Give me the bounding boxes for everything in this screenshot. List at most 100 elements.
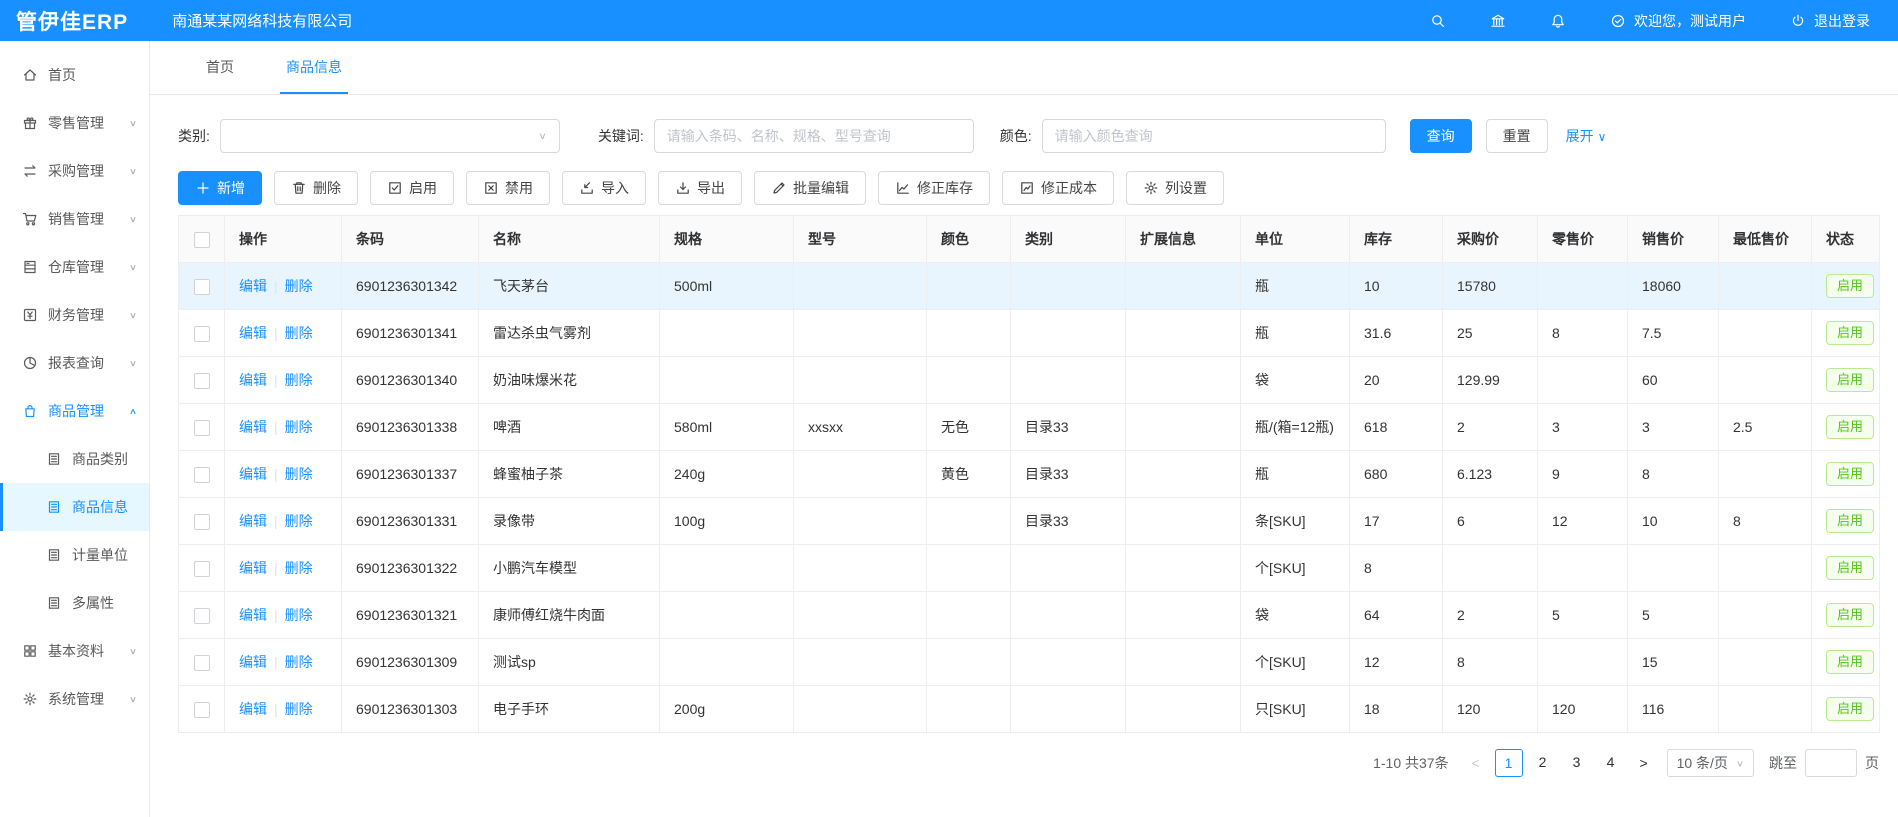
delete-link[interactable]: 删除 — [285, 654, 313, 670]
sidebar-item-finance[interactable]: 财务管理∨ — [0, 291, 149, 339]
row-checkbox[interactable] — [194, 655, 210, 671]
sidebar-item-measure-units[interactable]: 计量单位 — [0, 531, 149, 579]
cell-barcode: 6901236301341 — [342, 310, 479, 357]
sidebar-item-home[interactable]: 首页 — [0, 51, 149, 99]
toolbar-button-column-settings[interactable]: 列设置 — [1126, 171, 1224, 205]
cell-category: 目录33 — [1011, 451, 1126, 498]
cell-spec — [660, 592, 794, 639]
cell-lowest — [1719, 545, 1812, 592]
delete-link[interactable]: 删除 — [285, 325, 313, 341]
sidebar-item-purchase[interactable]: 采购管理∨ — [0, 147, 149, 195]
sidebar-item-label: 销售管理 — [48, 209, 129, 229]
row-checkbox[interactable] — [194, 326, 210, 342]
tab-bar: 首页 商品信息 — [150, 41, 1898, 95]
toolbar-button-add[interactable]: 新增 — [178, 171, 262, 205]
grid-icon — [22, 643, 38, 659]
logout-button[interactable]: 退出登录 — [1790, 11, 1870, 31]
search-button[interactable]: 查询 — [1410, 119, 1472, 153]
delete-link[interactable]: 删除 — [285, 560, 313, 576]
page-button-2[interactable]: 2 — [1529, 749, 1557, 777]
bank-icon[interactable] — [1490, 13, 1506, 29]
sidebar-item-multi-attr[interactable]: 多属性 — [0, 579, 149, 627]
toolbar-button-disable[interactable]: 禁用 — [466, 171, 550, 205]
row-checkbox[interactable] — [194, 608, 210, 624]
tab-home[interactable]: 首页 — [200, 41, 240, 94]
delete-link[interactable]: 删除 — [285, 701, 313, 717]
row-checkbox[interactable] — [194, 561, 210, 577]
search-icon[interactable] — [1430, 13, 1446, 29]
sidebar-item-retail[interactable]: 零售管理∨ — [0, 99, 149, 147]
row-checkbox[interactable] — [194, 514, 210, 530]
toolbar-button-label: 列设置 — [1165, 178, 1207, 198]
row-checkbox[interactable] — [194, 279, 210, 295]
page-size-select[interactable]: 10 条/页 ∨ — [1667, 749, 1754, 777]
sidebar-item-sales[interactable]: 销售管理∨ — [0, 195, 149, 243]
toolbar-button-import[interactable]: 导入 — [562, 171, 646, 205]
select-all-checkbox[interactable] — [194, 232, 210, 248]
edit-link[interactable]: 编辑 — [239, 419, 267, 435]
sidebar-item-product-category[interactable]: 商品类别 — [0, 435, 149, 483]
toolbar-button-fix-stock[interactable]: 修正库存 — [878, 171, 990, 205]
delete-link[interactable]: 删除 — [285, 278, 313, 294]
row-checkbox[interactable] — [194, 373, 210, 389]
cell-stock: 680 — [1350, 451, 1443, 498]
row-checkbox-cell — [179, 310, 225, 357]
edit-link[interactable]: 编辑 — [239, 372, 267, 388]
cell-retail: 3 — [1538, 404, 1628, 451]
operation-cell: 编辑|删除 — [225, 686, 342, 733]
keyword-input[interactable] — [654, 119, 974, 153]
sidebar-item-warehouse[interactable]: 仓库管理∨ — [0, 243, 149, 291]
delete-link[interactable]: 删除 — [285, 513, 313, 529]
delete-link[interactable]: 删除 — [285, 466, 313, 482]
next-page-button[interactable]: > — [1634, 755, 1654, 771]
sidebar-item-products[interactable]: 商品管理∧ — [0, 387, 149, 435]
delete-link[interactable]: 删除 — [285, 372, 313, 388]
edit-link[interactable]: 编辑 — [239, 325, 267, 341]
cell-unit: 瓶 — [1241, 451, 1350, 498]
row-checkbox-cell — [179, 686, 225, 733]
toolbar-button-batch-edit[interactable]: 批量编辑 — [754, 171, 866, 205]
operation-divider: | — [274, 654, 278, 670]
cell-sale: 60 — [1628, 357, 1719, 404]
page-button-3[interactable]: 3 — [1563, 749, 1591, 777]
page-button-1[interactable]: 1 — [1495, 749, 1523, 777]
prev-page-button[interactable]: < — [1466, 755, 1486, 771]
color-input[interactable] — [1042, 119, 1386, 153]
tab-product-info[interactable]: 商品信息 — [280, 41, 348, 94]
expand-link[interactable]: 展开 ∨ — [1566, 126, 1607, 146]
delete-link[interactable]: 删除 — [285, 419, 313, 435]
status-badge: 启用 — [1826, 697, 1874, 721]
toolbar-button-enable[interactable]: 启用 — [370, 171, 454, 205]
row-checkbox[interactable] — [194, 467, 210, 483]
edit-link[interactable]: 编辑 — [239, 701, 267, 717]
edit-link[interactable]: 编辑 — [239, 607, 267, 623]
gear-icon — [1143, 180, 1159, 196]
page-button-4[interactable]: 4 — [1597, 749, 1625, 777]
sidebar-item-basic-data[interactable]: 基本资料∨ — [0, 627, 149, 675]
toolbar-button-delete[interactable]: 删除 — [274, 171, 358, 205]
reset-button[interactable]: 重置 — [1486, 119, 1548, 153]
edit-link[interactable]: 编辑 — [239, 466, 267, 482]
edit-link[interactable]: 编辑 — [239, 654, 267, 670]
category-select[interactable]: ∨ — [220, 119, 560, 153]
edit-link[interactable]: 编辑 — [239, 278, 267, 294]
cell-ext — [1126, 639, 1241, 686]
edit-link[interactable]: 编辑 — [239, 513, 267, 529]
jump-page-input[interactable] — [1805, 749, 1857, 777]
cell-retail: 9 — [1538, 451, 1628, 498]
bell-icon[interactable] — [1550, 13, 1566, 29]
cell-ext — [1126, 545, 1241, 592]
row-checkbox[interactable] — [194, 702, 210, 718]
sidebar-item-system[interactable]: 系统管理∨ — [0, 675, 149, 723]
sidebar-item-reports[interactable]: 报表查询∨ — [0, 339, 149, 387]
cell-retail: 8 — [1538, 310, 1628, 357]
sidebar-item-product-info[interactable]: 商品信息 — [0, 483, 149, 531]
edit-link[interactable]: 编辑 — [239, 560, 267, 576]
toolbar-button-export[interactable]: 导出 — [658, 171, 742, 205]
delete-link[interactable]: 删除 — [285, 607, 313, 623]
column-header: 操作 — [225, 216, 342, 263]
user-welcome[interactable]: 欢迎您，测试用户 — [1610, 11, 1746, 31]
toolbar-button-fix-cost[interactable]: 修正成本 — [1002, 171, 1114, 205]
row-checkbox[interactable] — [194, 420, 210, 436]
status-badge: 启用 — [1826, 603, 1874, 627]
